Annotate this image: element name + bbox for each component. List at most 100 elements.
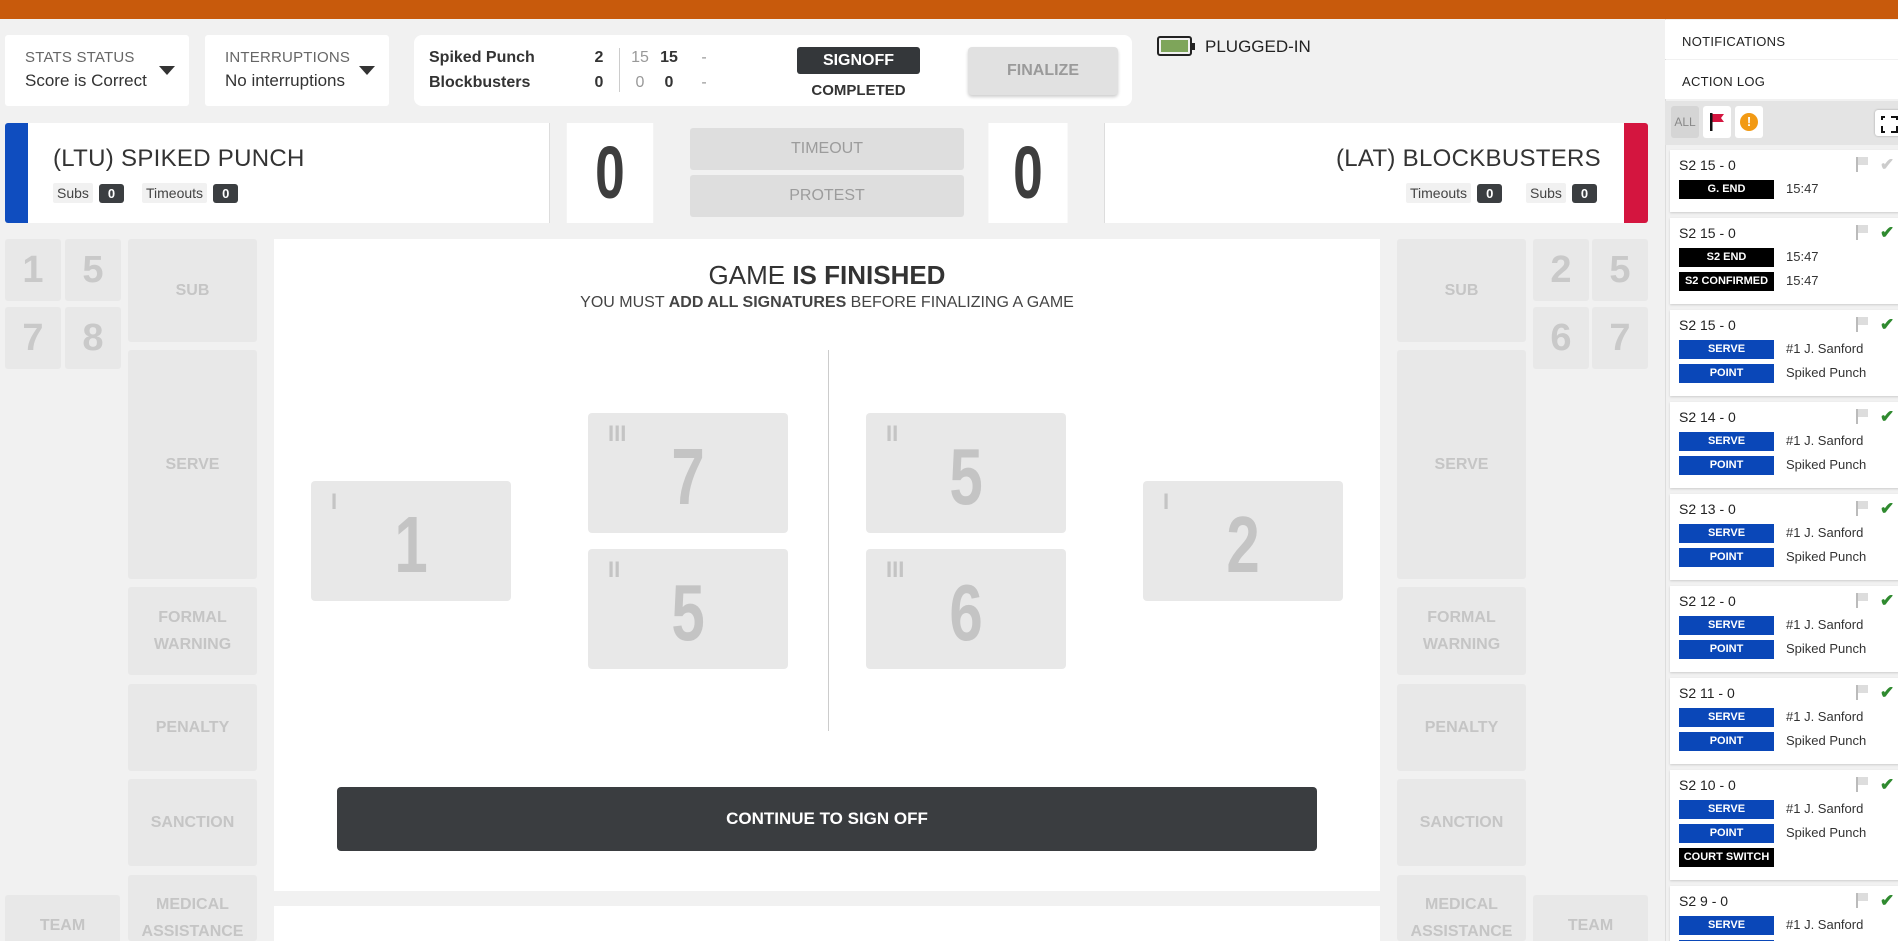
away-team-color [1624,123,1648,223]
away-timeouts-label: Timeouts [1406,183,1472,203]
log-entry-score: S2 10 - 0 [1679,777,1736,793]
home-lineup-player[interactable]: 7 [5,307,61,369]
filter-flag-button[interactable] [1703,106,1731,138]
home-lineup-player[interactable]: 8 [65,307,121,369]
away-medical-button[interactable]: MEDICAL ASSISTANCE [1397,875,1526,941]
summary-divider [619,48,620,92]
away-serve-button[interactable]: SERVE [1397,350,1526,579]
log-entry[interactable]: S2 12 - 0 ✔ SERVE #1 J. Sanford POINT Spiked … [1670,586,1898,672]
away-lineup-player[interactable]: 5 [1592,239,1648,301]
summary-sets-home: 2 [594,49,604,66]
notifications-tab[interactable]: NOTIFICATIONS [1665,20,1898,59]
log-detail: #1 J. Sanford [1786,341,1864,356]
home-team-button[interactable]: TEAM [5,895,120,941]
completed-status: COMPLETED [811,82,906,99]
away-lineup-player[interactable]: 7 [1592,307,1648,369]
log-detail: Spiked Punch [1786,641,1867,656]
log-entry[interactable]: S2 14 - 0 ✔ SERVE #1 J. Sanford POINT Spiked … [1670,402,1898,488]
log-detail: Spiked Punch [1786,549,1867,564]
filter-warning-button[interactable]: ! [1735,106,1763,138]
away-sub-button[interactable]: SUB [1397,239,1526,342]
home-lineup-player[interactable]: 5 [65,239,121,301]
home-timeouts-count: 0 [213,183,239,203]
log-entry[interactable]: S2 15 - 0 ✔ SERVE #1 J. Sanford POINT Spiked … [1670,310,1898,396]
flag-icon[interactable] [1856,157,1868,172]
stats-status-dropdown[interactable]: STATS STATUS Score is Correct [5,35,189,106]
log-tag: POINT [1679,732,1774,751]
interruptions-dropdown[interactable]: INTERRUPTIONS No interruptions [205,35,389,106]
log-detail: 15:47 [1786,249,1819,264]
log-tag: POINT [1679,640,1774,659]
expand-icon[interactable] [1875,110,1898,136]
signoff-button[interactable]: SIGNOFF [797,47,920,74]
away-timeouts-count: 0 [1477,183,1503,203]
home-subs-label: Subs [53,183,93,203]
home-lineup-player[interactable]: 1 [5,239,61,301]
protest-button[interactable]: PROTEST [690,175,964,217]
flag-icon[interactable] [1856,501,1868,516]
log-detail: #1 J. Sanford [1786,709,1864,724]
warning-icon: ! [1740,113,1758,131]
log-detail: Spiked Punch [1786,733,1867,748]
home-subs-count: 0 [98,183,125,203]
log-entry-score: S2 15 - 0 [1679,157,1736,173]
summary-set2-home: 15 [660,49,678,66]
log-tag: S2 END [1679,248,1774,267]
home-sub-button[interactable]: SUB [128,239,257,342]
summary-set3-away: - [701,74,707,91]
flag-icon[interactable] [1856,893,1868,908]
court-position: I2 [1143,481,1343,601]
log-tag: SERVE [1679,616,1774,635]
away-formal-warning-button[interactable]: FORMAL WARNING [1397,587,1526,675]
flag-icon[interactable] [1856,685,1868,700]
log-detail: Spiked Punch [1786,825,1867,840]
filter-all-button[interactable]: ALL [1671,106,1699,138]
check-icon: ✔ [1880,499,1895,518]
away-team-button[interactable]: TEAM [1533,895,1648,941]
timeout-button[interactable]: TIMEOUT [690,128,964,170]
game-finished-title: GAME IS FINISHED [708,260,946,290]
court-net-line [828,350,829,731]
log-tag: POINT [1679,456,1774,475]
away-lineup-player[interactable]: 2 [1533,239,1589,301]
log-entry[interactable]: S2 9 - 0✔SERVE#1 J. SanfordPOINTSpiked P… [1670,886,1898,941]
flag-icon[interactable] [1856,593,1868,608]
log-entry[interactable]: S2 11 - 0 ✔ SERVE #1 J. Sanford POINT Spiked … [1670,678,1898,764]
court-position: II 5 [866,413,1066,533]
away-team-name: (LAT) BLOCKBUSTERS [1335,145,1601,172]
summary-set1-home: 15 [631,49,649,66]
log-entry[interactable]: S2 15 - 0 ✔ G. END 15:47 [1670,150,1898,212]
away-lineup-player[interactable]: 6 [1533,307,1589,369]
flag-icon[interactable] [1856,409,1868,424]
home-serve-button[interactable]: SERVE [128,350,257,579]
court-position: II 5 [588,549,788,669]
flag-icon[interactable] [1856,777,1868,792]
flag-icon[interactable] [1856,225,1868,240]
home-sanction-button[interactable]: SANCTION [128,779,257,866]
log-entry[interactable]: S2 15 - 0 ✔ S2 END 15:47 S2 CONFIRMED 15:47 [1670,218,1898,304]
log-tag: SERVE [1679,340,1774,359]
divider [549,123,550,223]
continue-to-sign-off-button[interactable]: CONTINUE TO SIGN OFF [337,787,1317,851]
log-tag: G. END [1679,180,1774,199]
log-entry[interactable]: S2 13 - 0 ✔ SERVE #1 J. Sanford POINT Spiked … [1670,494,1898,580]
away-penalty-button[interactable]: PENALTY [1397,684,1526,771]
away-team-card [1105,123,1624,223]
flag-icon[interactable] [1856,317,1868,332]
home-penalty-button[interactable]: PENALTY [128,684,257,771]
battery-icon [1157,36,1195,56]
home-medical-button[interactable]: MEDICAL ASSISTANCE [128,875,257,941]
flag-icon [1710,113,1724,131]
home-formal-warning-button[interactable]: FORMAL WARNING [128,587,257,675]
log-tag: SERVE [1679,432,1774,451]
action-log-tab[interactable]: ACTION LOG [1665,60,1898,99]
log-detail: #1 J. Sanford [1786,617,1864,632]
check-icon: ✔ [1880,891,1895,910]
log-tag: COURT SWITCH [1679,848,1774,867]
log-entry[interactable]: S2 10 - 0 ✔ SERVE #1 J. Sanford POINT Spiked … [1670,770,1898,880]
away-score: 0 [988,123,1068,223]
log-entry-score: S2 15 - 0 [1679,225,1736,241]
finalize-button[interactable]: FINALIZE [968,47,1118,95]
court-position: III 7 [588,413,788,533]
away-sanction-button[interactable]: SANCTION [1397,779,1526,866]
